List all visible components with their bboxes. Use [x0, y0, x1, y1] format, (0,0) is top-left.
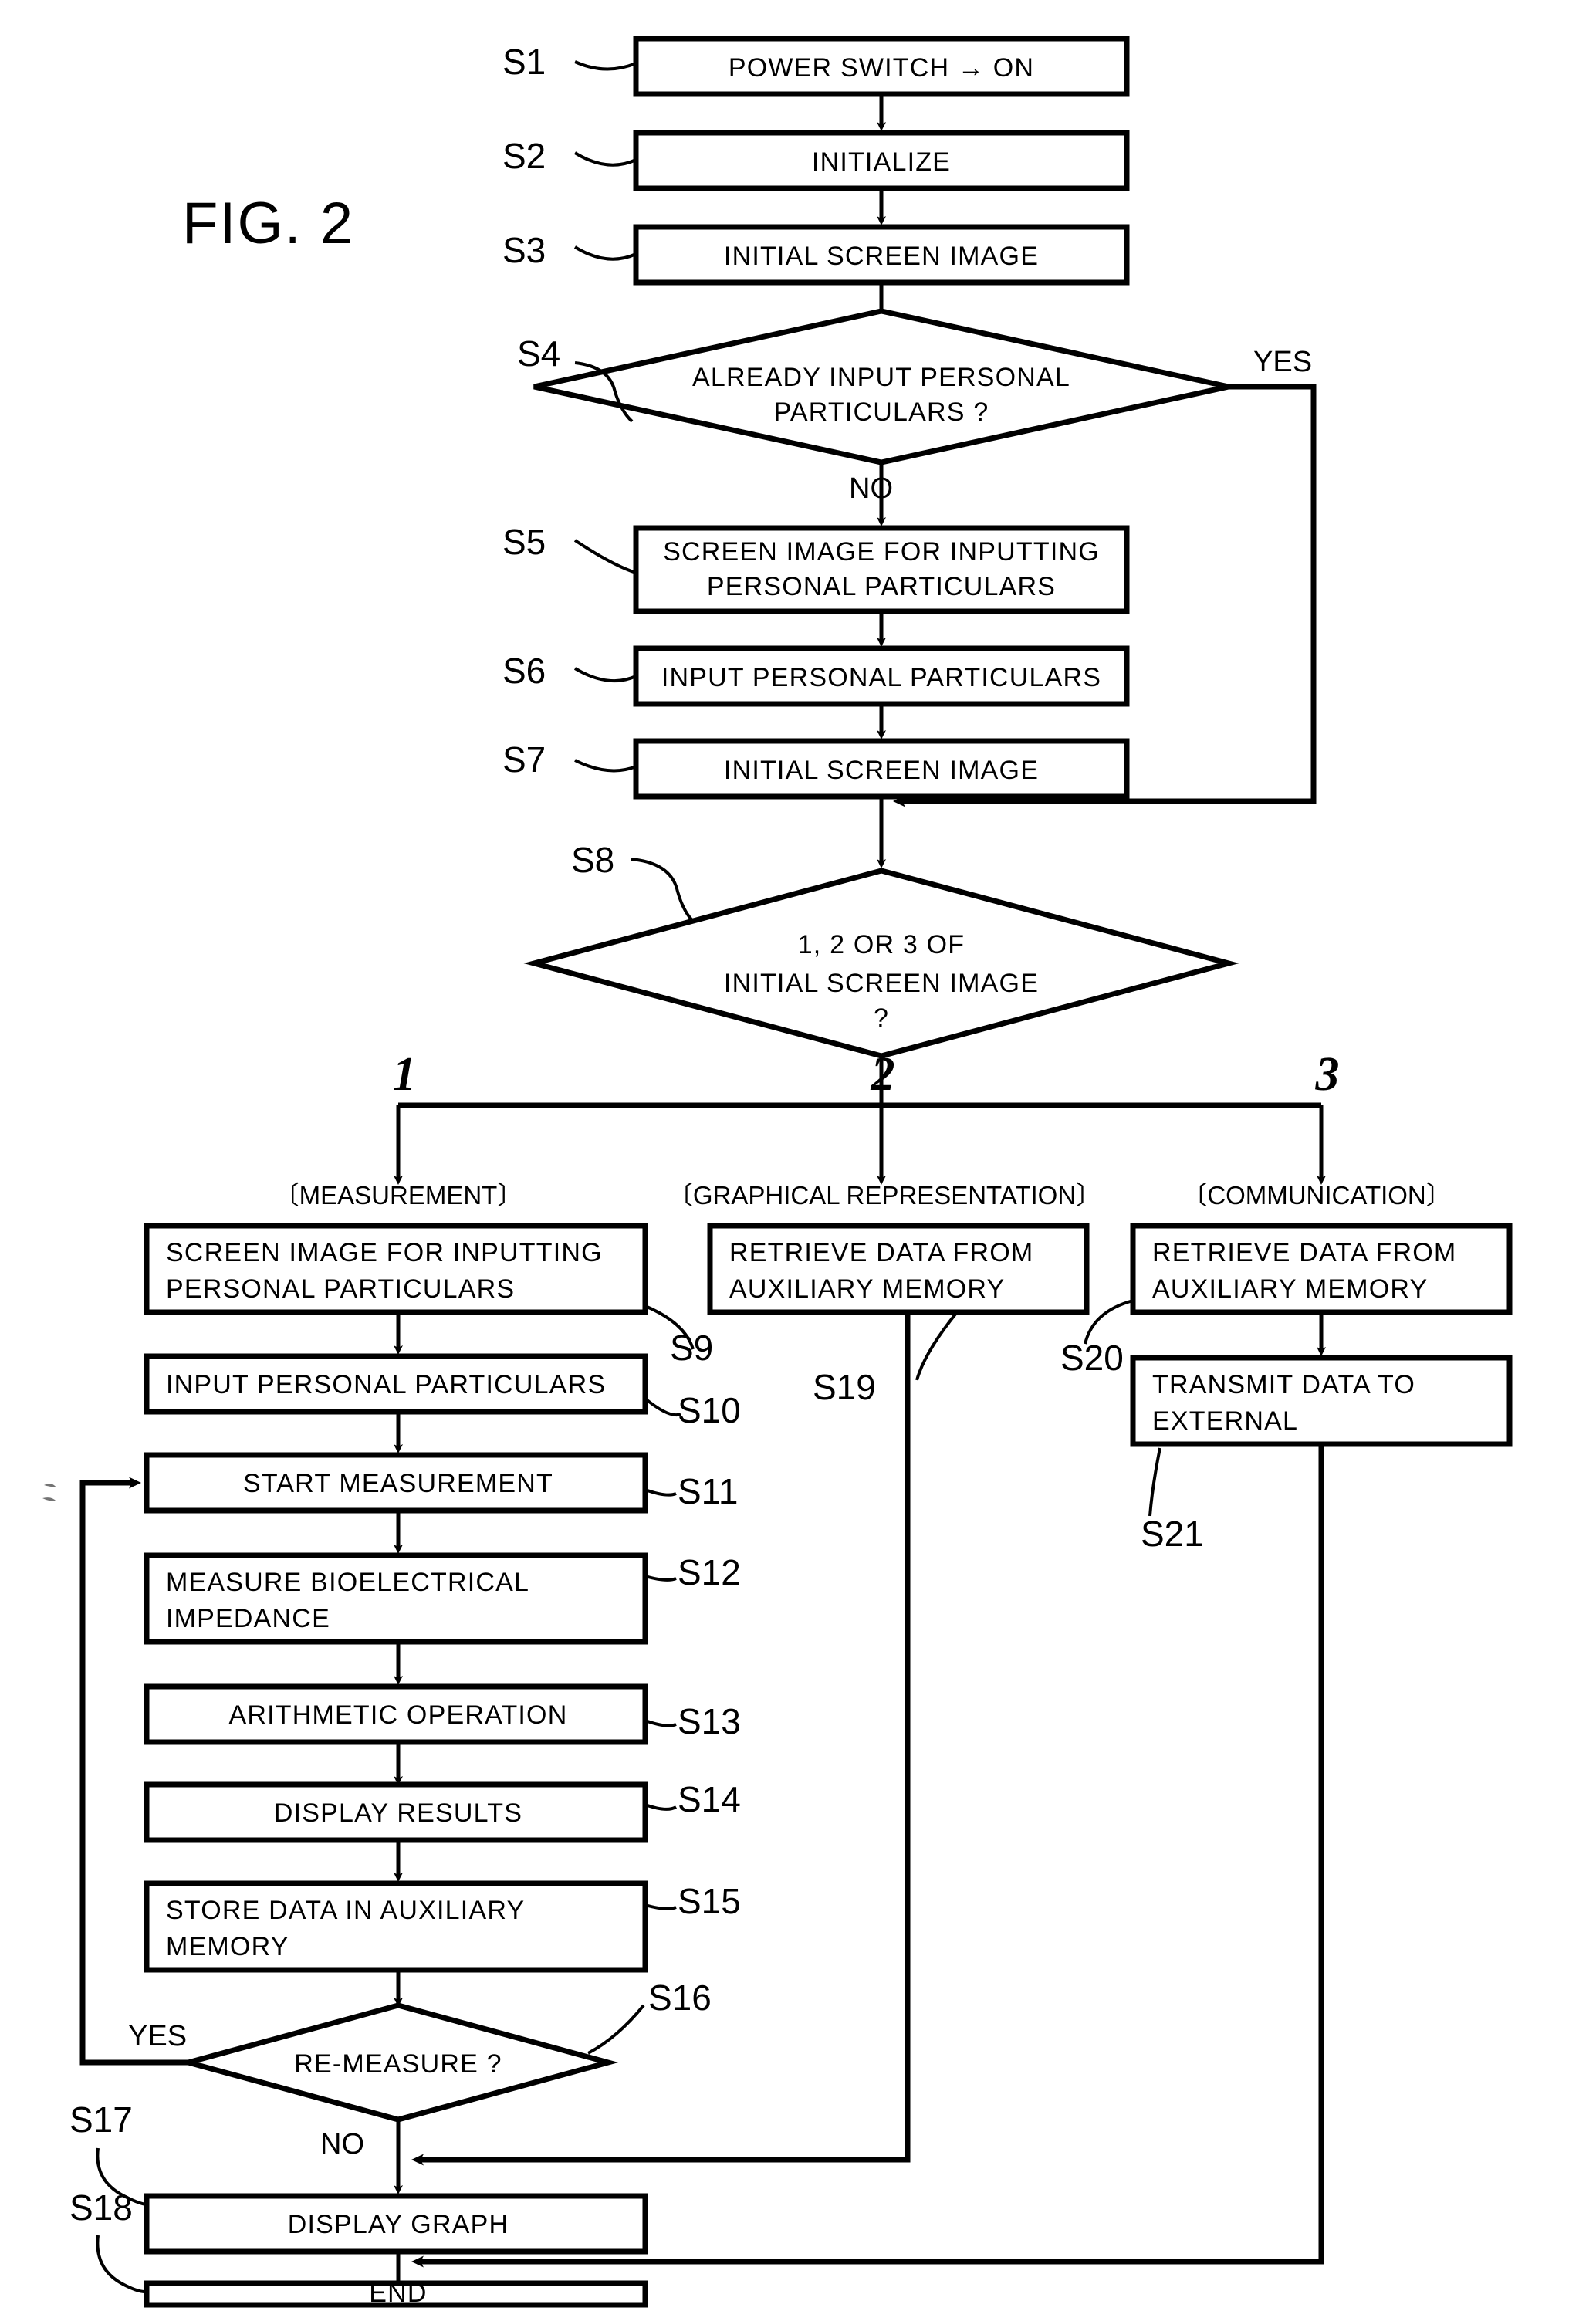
leader-s10 [644, 1397, 681, 1416]
step-text-s9-line2: PERSONAL PARTICULARS [166, 1274, 515, 1304]
branch-number-1: 1 [393, 1048, 417, 1101]
step-text-s21-line1: TRANSMIT DATA TO [1152, 1370, 1415, 1399]
step-id-s21: S21 [1141, 1514, 1204, 1554]
leader-s16 [587, 2004, 645, 2055]
step-text-s19-line1: RETRIEVE DATA FROM [729, 1238, 1033, 1267]
branch-heading-2: 〔GRAPHICAL REPRESENTATION〕 [668, 1181, 1101, 1210]
step-text-s8-line3: ? [874, 1003, 889, 1033]
leader-s6 [573, 667, 637, 683]
step-text-s12-line2: IMPEDANCE [166, 1604, 330, 1633]
leader-s3 [573, 245, 637, 261]
step-id-s10: S10 [678, 1390, 741, 1430]
step-id-s2: S2 [502, 136, 546, 176]
step-id-s1: S1 [502, 42, 546, 82]
step-text-s8-line1: 1, 2 OR 3 OF [798, 930, 965, 959]
step-text-s14: DISPLAY RESULTS [274, 1798, 522, 1828]
step-text-s4-line1: ALREADY INPUT PERSONAL [692, 363, 1070, 392]
step-text-s13: ARITHMETIC OPERATION [229, 1700, 568, 1730]
edge-label-s4-yes: YES [1253, 346, 1312, 378]
branch-number-2: 2 [871, 1048, 895, 1101]
scan-speck [44, 1484, 56, 1487]
step-id-s13: S13 [678, 1701, 741, 1741]
leader-s1 [574, 60, 637, 71]
leader-s15 [644, 1903, 677, 1910]
step-text-s20-line2: AUXILIARY MEMORY [1152, 1274, 1428, 1304]
branch-heading-1: 〔MEASUREMENT〕 [274, 1181, 523, 1210]
step-text-s5-line2: PERSONAL PARTICULARS [707, 572, 1056, 601]
flowchart-canvas: FIG. 2 POWER SWITCH → ON S1 INITIALIZE S… [42, 36, 1513, 2308]
leader-s5 [573, 539, 637, 574]
leader-s2 [573, 151, 637, 167]
leader-s7 [574, 759, 637, 773]
branch-number-3: 3 [1315, 1048, 1340, 1101]
step-id-s8: S8 [571, 840, 614, 880]
edge-label-s16-yes: YES [128, 2020, 187, 2052]
step-id-s4: S4 [517, 333, 560, 374]
step-text-s18: END [369, 2279, 427, 2308]
step-text-s4-line2: PARTICULARS ? [774, 398, 989, 427]
leader-s14 [644, 1803, 678, 1811]
step-id-s3: S3 [502, 230, 546, 270]
step-text-s1: POWER SWITCH → ON [729, 53, 1034, 83]
step-text-s7: INITIAL SCREEN IMAGE [724, 756, 1039, 785]
step-text-s3: INITIAL SCREEN IMAGE [724, 242, 1039, 271]
step-text-s15-line1: STORE DATA IN AUXILIARY [166, 1896, 525, 1925]
figure-page: FIG. 2 POWER SWITCH → ON S1 INITIALIZE S… [0, 0, 1596, 2311]
step-id-s11: S11 [678, 1471, 738, 1511]
step-text-s19-line2: AUXILIARY MEMORY [729, 1274, 1005, 1304]
step-text-s8-line2: INITIAL SCREEN IMAGE [724, 969, 1039, 998]
step-id-s15: S15 [678, 1881, 741, 1921]
step-text-s11: START MEASUREMENT [243, 1469, 553, 1498]
step-id-s12: S12 [678, 1552, 741, 1592]
leader-s21 [1148, 1447, 1161, 1517]
edge-label-s16-no: NO [320, 2128, 364, 2160]
step-id-s17: S17 [69, 2100, 133, 2140]
step-text-s21-line2: EXTERNAL [1152, 1406, 1298, 1436]
step-text-s20-line1: RETRIEVE DATA FROM [1152, 1238, 1456, 1267]
step-id-s16: S16 [648, 1978, 712, 2018]
edge-label-s4-no: NO [849, 472, 893, 505]
branch-heading-3: 〔COMMUNICATION〕 [1182, 1181, 1452, 1210]
step-text-s15-line2: MEMORY [166, 1932, 289, 1961]
step-id-s18: S18 [69, 2187, 133, 2228]
step-text-s6: INPUT PERSONAL PARTICULARS [661, 663, 1101, 692]
leader-s8 [631, 858, 696, 924]
step-text-s17: DISPLAY GRAPH [288, 2210, 509, 2239]
step-id-s14: S14 [678, 1779, 741, 1819]
figure-title: FIG. 2 [182, 191, 354, 256]
step-id-s19: S19 [813, 1367, 876, 1407]
step-id-s20: S20 [1060, 1338, 1124, 1378]
leader-s13 [644, 1719, 677, 1727]
step-id-s6: S6 [502, 651, 546, 691]
step-text-s9-line1: SCREEN IMAGE FOR INPUTTING [166, 1238, 603, 1267]
scan-speck-2 [42, 1497, 56, 1501]
step-id-s5: S5 [502, 522, 546, 562]
step-id-s7: S7 [502, 739, 546, 780]
step-text-s5-line1: SCREEN IMAGE FOR INPUTTING [663, 537, 1100, 567]
leader-s11 [644, 1488, 677, 1497]
leader-s18 [96, 2235, 147, 2294]
leader-s12 [644, 1575, 677, 1582]
step-text-s2: INITIALIZE [812, 147, 951, 177]
step-text-s12-line1: MEASURE BIOELECTRICAL [166, 1568, 529, 1597]
step-text-s10: INPUT PERSONAL PARTICULARS [166, 1370, 606, 1399]
leader-s19 [915, 1311, 959, 1381]
step-text-s16: RE-MEASURE ? [294, 2049, 502, 2079]
